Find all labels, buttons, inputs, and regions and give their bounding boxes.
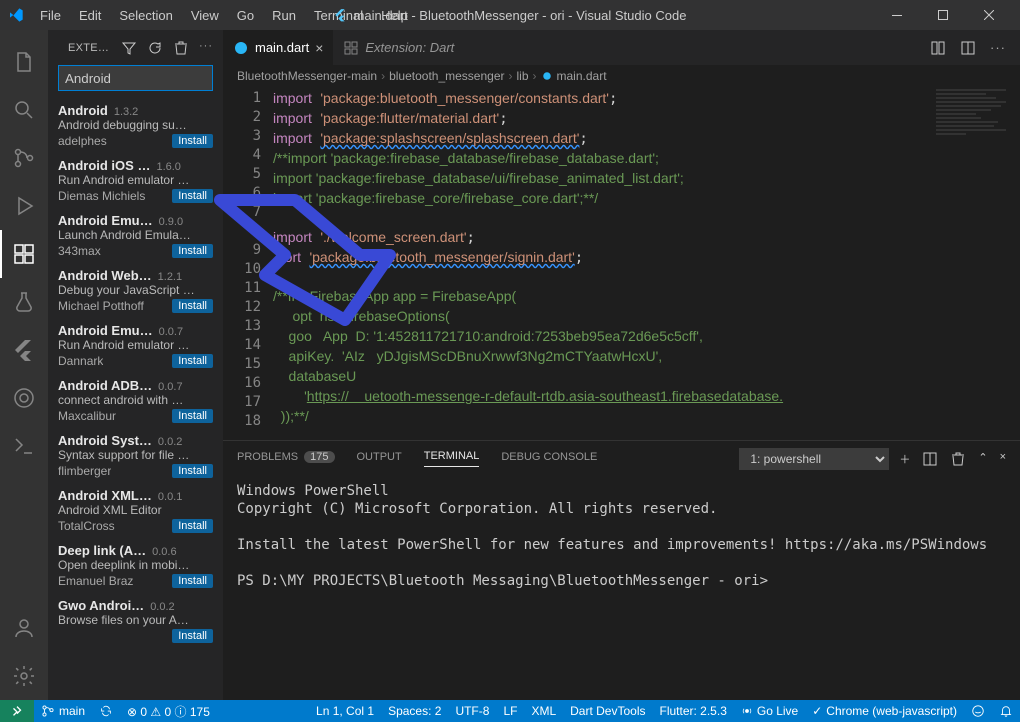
editor-area: main.dart × Extension: Dart ··· Bluetoot… [223,30,1020,700]
close-button[interactable] [966,0,1012,30]
status-problems[interactable]: ⊗ 0 ⚠ 0 ⓘ 175 [120,700,217,722]
minimap[interactable] [930,87,1020,440]
extensions-icon[interactable] [0,230,48,278]
extension-item[interactable]: Android iOS …1.6.0 Run Android emulator … [48,154,223,209]
status-language[interactable]: XML [524,700,563,722]
remote-icon[interactable] [0,422,48,470]
sidebar-heading: EXTE… [68,42,115,54]
window-controls [874,0,1012,30]
menu-view[interactable]: View [183,4,227,27]
flutter-icon[interactable] [0,326,48,374]
dart-file-icon [541,70,553,82]
filter-icon[interactable] [121,40,137,56]
install-button[interactable]: Install [172,464,213,478]
more-actions-icon[interactable]: ··· [990,40,1006,56]
status-cursor[interactable]: Ln 1, Col 1 [309,700,381,722]
bottom-panel: PROBLEMS 175 OUTPUT TERMINAL DEBUG CONSO… [223,440,1020,700]
split-terminal-icon[interactable] [922,451,938,467]
clear-icon[interactable] [173,40,189,56]
install-button[interactable]: Install [172,134,213,148]
install-button[interactable]: Install [172,519,213,533]
title-bar: File Edit Selection View Go Run Terminal… [0,0,1020,30]
menu-file[interactable]: File [32,4,69,27]
debug-icon[interactable] [0,182,48,230]
menu-run[interactable]: Run [264,4,304,27]
new-terminal-icon[interactable]: ＋ [899,451,910,467]
extension-item[interactable]: Deep link (A…0.0.6 Open deeplink in mobi… [48,539,223,594]
status-device[interactable]: ✓Chrome (web-javascript) [805,700,964,722]
status-flutter[interactable]: Flutter: 2.5.3 [653,700,734,722]
status-feedback[interactable] [964,700,992,722]
terminal-content[interactable]: Windows PowerShell Copyright (C) Microso… [223,476,1020,700]
activity-bar [0,30,48,700]
maximize-button[interactable] [920,0,966,30]
panel-tab-debug[interactable]: DEBUG CONSOLE [501,451,597,467]
extensions-list[interactable]: Android1.3.2 Android debugging su… adelp… [48,99,223,700]
install-button[interactable]: Install [172,244,213,258]
explorer-icon[interactable] [0,38,48,86]
extensions-search-input[interactable] [58,65,213,91]
line-numbers: 123456789101112131415161718 [223,87,273,440]
status-eol[interactable]: LF [496,700,524,722]
extension-item[interactable]: Android ADB…0.0.7 connect android with …… [48,374,223,429]
status-branch[interactable]: main [34,700,92,722]
install-button[interactable]: Install [172,299,213,313]
menu-edit[interactable]: Edit [71,4,109,27]
search-icon[interactable] [0,86,48,134]
panel-tab-output[interactable]: OUTPUT [357,451,402,467]
status-bar: main ⊗ 0 ⚠ 0 ⓘ 175 Ln 1, Col 1 Spaces: 2… [0,700,1020,722]
extension-item[interactable]: Android Syst…0.0.2 Syntax support for fi… [48,429,223,484]
kill-terminal-icon[interactable] [950,451,966,467]
dart-file-icon [233,40,249,56]
remote-indicator[interactable] [0,700,34,722]
status-devtools[interactable]: Dart DevTools [563,700,652,722]
vscode-logo-icon [8,7,24,23]
refresh-icon[interactable] [147,40,163,56]
extension-item[interactable]: Android1.3.2 Android debugging su… adelp… [48,99,223,154]
status-sync[interactable] [92,700,120,722]
more-icon[interactable]: ··· [199,40,213,56]
extension-item[interactable]: Android XML…0.0.1 Android XML Editor Tot… [48,484,223,539]
tab-extension-dart[interactable]: Extension: Dart [333,30,464,65]
status-encoding[interactable]: UTF-8 [448,700,496,722]
flutter-icon [334,8,348,22]
extension-item[interactable]: Android Web…1.2.1 Debug your JavaScript … [48,264,223,319]
menu-go[interactable]: Go [229,4,262,27]
close-panel-icon[interactable]: × [1000,451,1006,467]
extension-item[interactable]: Android Emu…0.9.0 Launch Android Emula… … [48,209,223,264]
settings-icon[interactable] [0,652,48,700]
panel-tab-problems[interactable]: PROBLEMS 175 [237,451,335,467]
tab-main-dart[interactable]: main.dart × [223,30,333,65]
status-indent[interactable]: Spaces: 2 [381,700,448,722]
extension-item[interactable]: Android Emu…0.0.7 Run Android emulator …… [48,319,223,374]
install-button[interactable]: Install [172,629,213,643]
editor-tabs: main.dart × Extension: Dart ··· [223,30,1020,65]
install-button[interactable]: Install [172,574,213,588]
panel-tab-terminal[interactable]: TERMINAL [424,450,480,467]
status-golive[interactable]: Go Live [734,700,805,722]
menu-selection[interactable]: Selection [111,4,180,27]
window-title: main.dart - BluetoothMessenger - ori - V… [334,8,687,23]
install-button[interactable]: Install [172,189,213,203]
minimize-button[interactable] [874,0,920,30]
account-icon[interactable] [0,604,48,652]
split-editor-icon[interactable] [960,40,976,56]
maximize-panel-icon[interactable]: ⌃ [978,451,987,467]
extension-item[interactable]: Gwo Androi…0.0.2 Browse files on your A…… [48,594,223,649]
open-changes-icon[interactable] [930,40,946,56]
breadcrumb[interactable]: BluetoothMessenger-main› bluetooth_messe… [223,65,1020,87]
install-button[interactable]: Install [172,409,213,423]
docker-icon[interactable] [0,374,48,422]
terminal-selector[interactable]: 1: powershell [739,448,889,470]
testing-icon[interactable] [0,278,48,326]
code-editor[interactable]: import 'package:bluetooth_messenger/cons… [273,87,930,440]
install-button[interactable]: Install [172,354,213,368]
close-icon[interactable]: × [315,40,323,56]
status-bell[interactable] [992,700,1020,722]
scm-icon[interactable] [0,134,48,182]
extension-icon [343,40,359,56]
extensions-sidebar: EXTE… ··· Android1.3.2 Android debugging… [48,30,223,700]
